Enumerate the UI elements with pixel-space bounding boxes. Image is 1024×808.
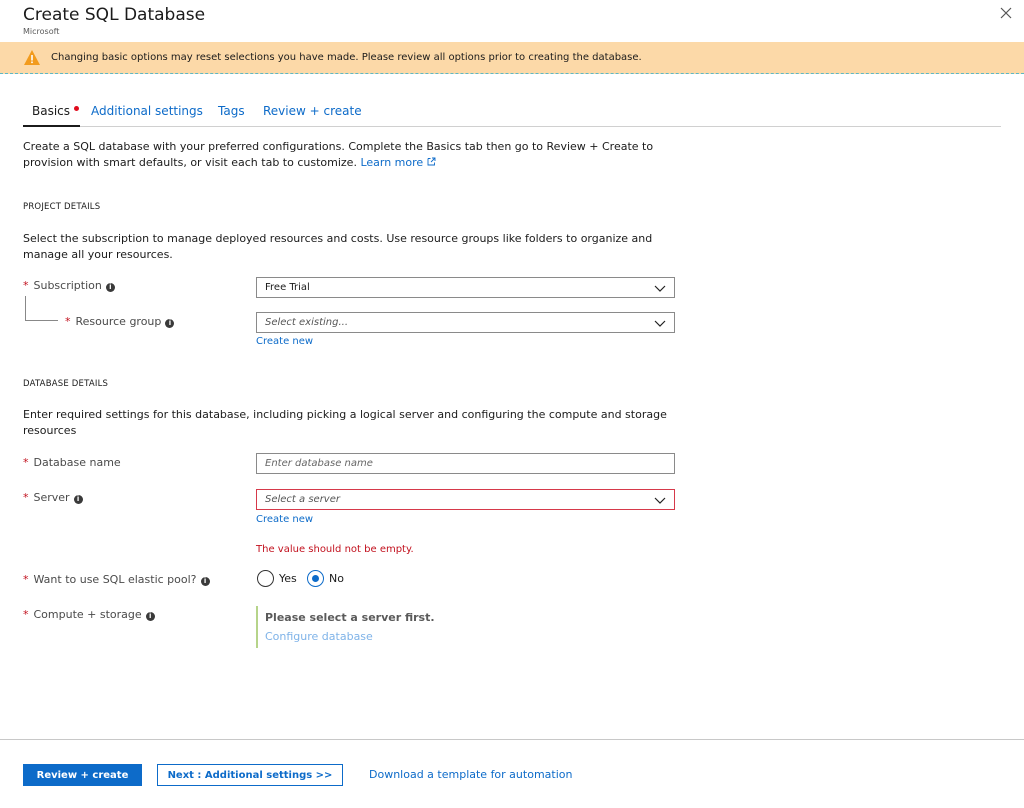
- elastic-pool-no-radio[interactable]: No: [307, 570, 352, 588]
- database-description: Enter required settings for this databas…: [23, 408, 667, 437]
- elastic-pool-label: * Want to use SQL elastic pool? i: [23, 573, 210, 586]
- download-template-link[interactable]: Download a template for automation: [369, 768, 572, 781]
- create-new-resource-group-link[interactable]: Create new: [256, 336, 313, 347]
- tree-connector: [25, 296, 58, 321]
- tab-review-create[interactable]: Review + create: [263, 104, 362, 127]
- tab-bar: Basics Additional settings Tags Review +…: [23, 104, 1001, 127]
- server-select[interactable]: Select a server: [256, 489, 675, 510]
- tab-tags[interactable]: Tags: [218, 104, 245, 127]
- elastic-no-label: No: [329, 572, 344, 585]
- info-icon[interactable]: i: [165, 319, 175, 328]
- database-name-input[interactable]: [256, 453, 675, 474]
- chevron-down-icon: [654, 285, 666, 292]
- page-title: Create SQL Database: [23, 5, 206, 25]
- footer-bar: Review + create Next : Additional settin…: [0, 739, 1024, 808]
- server-label: * Server i: [23, 491, 83, 504]
- warning-icon: [24, 50, 40, 65]
- intro-description: Create a SQL database with your preferre…: [23, 140, 654, 169]
- subscription-value: Free Trial: [265, 282, 310, 293]
- elastic-pool-yes-radio[interactable]: Yes: [257, 570, 302, 588]
- info-icon[interactable]: i: [145, 612, 155, 621]
- warning-banner: Changing basic options may reset selecti…: [0, 42, 1024, 74]
- radio-checked-icon: [307, 570, 324, 587]
- compute-message: Please select a server first.: [265, 611, 435, 624]
- tab-basics[interactable]: Basics: [23, 104, 80, 127]
- subscription-label: * Subscription i: [23, 279, 115, 292]
- info-icon[interactable]: i: [105, 283, 115, 292]
- learn-more-link[interactable]: Learn more: [360, 156, 436, 169]
- create-new-server-link[interactable]: Create new: [256, 514, 313, 525]
- required-dot-icon: [74, 106, 80, 111]
- tab-basics-label: Basics: [32, 104, 71, 118]
- close-icon: [1000, 7, 1012, 19]
- compute-storage-box: Please select a server first. Configure …: [256, 606, 556, 648]
- chevron-down-icon: [654, 320, 666, 327]
- database-name-label: * Database name: [23, 456, 121, 469]
- review-create-button[interactable]: Review + create: [23, 764, 142, 786]
- project-details-heading: PROJECT DETAILS: [23, 202, 101, 212]
- radio-unchecked-icon: [257, 570, 274, 587]
- resource-group-label: * Resource group i: [65, 315, 175, 328]
- info-icon[interactable]: i: [200, 577, 210, 586]
- close-button[interactable]: [998, 5, 1014, 21]
- configure-database-link[interactable]: Configure database: [265, 630, 373, 643]
- external-link-icon: [427, 157, 436, 166]
- chevron-down-icon: [654, 497, 666, 504]
- elastic-yes-label: Yes: [279, 572, 297, 585]
- publisher-label: Microsoft: [23, 27, 60, 36]
- subscription-select[interactable]: Free Trial: [256, 277, 675, 298]
- resource-group-select[interactable]: Select existing...: [256, 312, 675, 333]
- database-details-heading: DATABASE DETAILS: [23, 379, 109, 389]
- intro-text: Create a SQL database with your preferre…: [23, 139, 683, 171]
- compute-storage-label: * Compute + storage i: [23, 608, 155, 621]
- info-icon[interactable]: i: [73, 495, 83, 504]
- server-error-message: The value should not be empty.: [256, 544, 414, 555]
- warning-text: Changing basic options may reset selecti…: [51, 52, 642, 63]
- tab-additional-settings[interactable]: Additional settings: [91, 104, 203, 127]
- blade-header: Create SQL Database Microsoft: [0, 0, 1024, 42]
- project-description: Select the subscription to manage deploy…: [23, 232, 653, 261]
- resource-group-placeholder: Select existing...: [265, 317, 349, 328]
- next-additional-settings-button[interactable]: Next : Additional settings >>: [157, 764, 343, 786]
- server-placeholder: Select a server: [265, 494, 340, 505]
